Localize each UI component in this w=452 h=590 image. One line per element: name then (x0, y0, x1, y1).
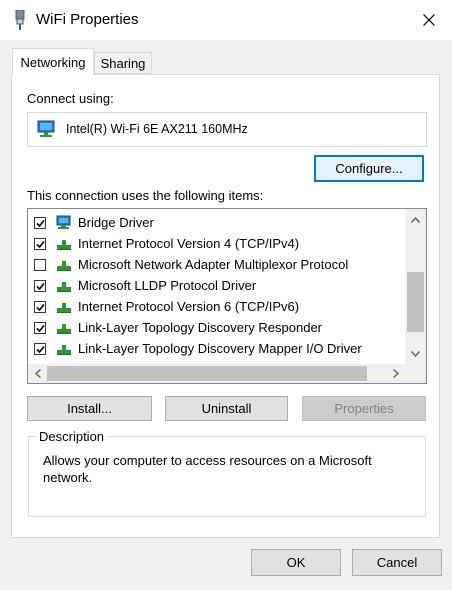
protocol-icon (57, 323, 71, 334)
protocol-icon (57, 302, 71, 313)
scroll-down-button[interactable] (405, 343, 426, 364)
checkbox[interactable] (34, 216, 46, 229)
list-item-label: Internet Protocol Version 6 (TCP/IPv6) (78, 299, 300, 314)
checkbox[interactable] (34, 279, 46, 292)
checkbox[interactable] (34, 300, 46, 313)
protocol-icon (57, 239, 71, 250)
list-item-label: Bridge Driver (78, 215, 154, 230)
protocol-icon (57, 281, 71, 292)
checkbox[interactable] (34, 342, 46, 355)
chevron-up-icon (411, 216, 420, 223)
checkbox[interactable] (34, 321, 46, 334)
protocol-icon (57, 260, 71, 271)
ok-button[interactable]: OK (251, 549, 341, 576)
network-adapter-icon (56, 215, 71, 229)
scroll-up-button[interactable] (405, 209, 426, 230)
close-button[interactable] (412, 5, 446, 35)
cancel-button[interactable]: Cancel (352, 549, 442, 576)
list-item[interactable]: Microsoft Network Adapter Multiplexor Pr… (34, 254, 404, 275)
title-bar: WiFi Properties (0, 0, 452, 40)
protocol-icon (57, 344, 71, 355)
items-list[interactable]: Bridge Driver Internet Protocol Version … (27, 208, 427, 384)
tab-networking[interactable]: Networking (12, 48, 94, 75)
horizontal-scroll-thumb[interactable] (47, 366, 367, 381)
description-text: Allows your computer to access resources… (43, 453, 372, 485)
properties-button[interactable]: Properties (302, 396, 426, 421)
uninstall-button[interactable]: Uninstall (165, 396, 288, 421)
list-item-label: Link-Layer Topology Discovery Mapper I/O… (78, 341, 362, 356)
scroll-right-button[interactable] (386, 364, 405, 383)
window-title: WiFi Properties (36, 11, 139, 28)
scroll-left-button[interactable] (28, 364, 47, 383)
list-item[interactable]: Bridge Driver (34, 212, 404, 233)
horizontal-scrollbar[interactable] (28, 364, 405, 383)
chevron-right-icon (392, 369, 399, 378)
list-item-label: Microsoft LLDP Protocol Driver (78, 278, 257, 293)
adapter-field: Intel(R) Wi-Fi 6E AX211 160MHz (27, 112, 427, 147)
vertical-scroll-thumb[interactable] (407, 272, 424, 332)
configure-button[interactable]: Configure... (314, 155, 424, 182)
connect-using-label: Connect using: (27, 91, 114, 106)
network-adapter-icon (37, 120, 57, 138)
checkbox[interactable] (34, 258, 46, 271)
close-icon (423, 14, 435, 26)
checkbox[interactable] (34, 237, 46, 250)
list-item[interactable]: Internet Protocol Version 6 (TCP/IPv6) (34, 296, 404, 317)
list-item-label: Microsoft Network Adapter Multiplexor Pr… (78, 257, 349, 272)
list-item-label: Internet Protocol Version 4 (TCP/IPv4) (78, 236, 300, 251)
vertical-scrollbar[interactable] (405, 209, 426, 364)
list-item[interactable]: Internet Protocol Version 4 (TCP/IPv4) (34, 233, 404, 254)
scroll-corner (405, 364, 426, 383)
adapter-name: Intel(R) Wi-Fi 6E AX211 160MHz (66, 122, 248, 136)
list-item[interactable]: Link-Layer Topology Discovery Responder (34, 317, 404, 338)
list-item-label: Link-Layer Topology Discovery Responder (78, 320, 322, 335)
tab-sharing[interactable]: Sharing (94, 52, 152, 74)
install-button[interactable]: Install... (27, 396, 152, 421)
list-item[interactable]: Microsoft LLDP Protocol Driver (34, 275, 404, 296)
network-adapter-title-icon (14, 9, 26, 30)
description-title: Description (36, 429, 108, 444)
chevron-left-icon (34, 369, 41, 378)
items-label: This connection uses the following items… (27, 188, 264, 203)
list-item[interactable]: Link-Layer Topology Discovery Mapper I/O… (34, 338, 404, 359)
chevron-down-icon (411, 350, 420, 357)
